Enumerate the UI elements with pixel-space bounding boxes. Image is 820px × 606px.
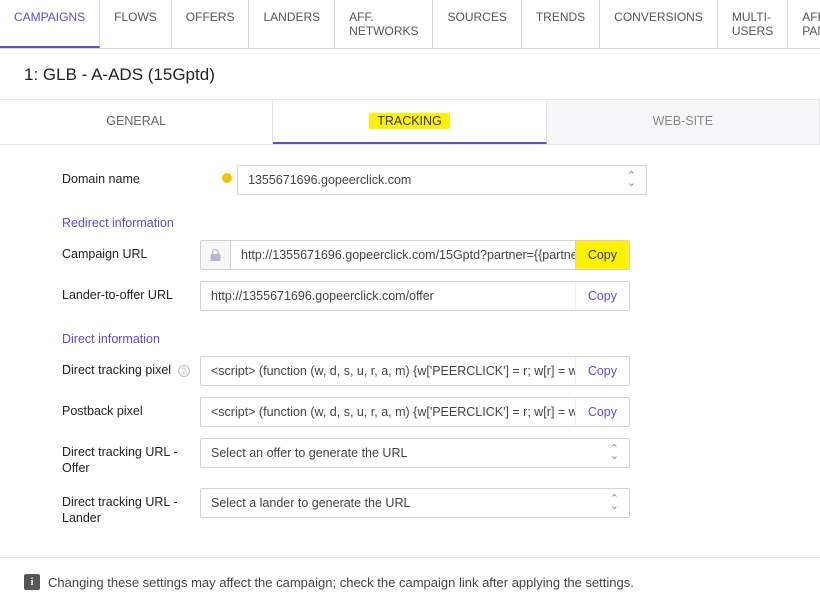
help-icon[interactable]: ? — [178, 365, 190, 377]
copy-postback-pixel-button[interactable]: Copy — [575, 398, 629, 426]
copy-campaign-url-button[interactable]: Copy — [575, 241, 629, 269]
tab-conversions[interactable]: CONVERSIONS — [600, 0, 718, 48]
lock-icon — [201, 241, 231, 269]
tab-sources[interactable]: SOURCES — [433, 0, 521, 48]
lander-to-offer-input[interactable]: http://1355671696.gopeerclick.com/offer — [201, 282, 575, 310]
direct-pixel-input[interactable]: <script> (function (w, d, s, u, r, a, m)… — [201, 357, 575, 385]
sub-tab-website[interactable]: WEB-SITE — [547, 100, 820, 144]
redirect-section-title: Redirect information — [20, 206, 790, 240]
sub-tab-tracking[interactable]: TRACKING — [273, 100, 546, 144]
info-icon: i — [24, 574, 40, 590]
tab-trends[interactable]: TRENDS — [522, 0, 600, 48]
sub-tabs: GENERAL TRACKING WEB-SITE — [0, 99, 820, 145]
direct-pixel-label: Direct tracking pixel ? — [20, 356, 200, 378]
campaign-url-label: Campaign URL — [20, 240, 200, 262]
notice-bar: i Changing these settings may affect the… — [0, 558, 820, 606]
tab-affiliate-panel[interactable]: AFFILIATE PANEL — [788, 0, 820, 48]
copy-direct-pixel-button[interactable]: Copy — [575, 357, 629, 385]
sub-tab-general[interactable]: GENERAL — [0, 100, 273, 144]
top-navigation: CAMPAIGNS FLOWS OFFERS LANDERS AFF. NETW… — [0, 0, 820, 49]
tab-campaigns[interactable]: CAMPAIGNS — [0, 0, 100, 48]
direct-section-title: Direct information — [20, 322, 790, 356]
chevron-updown-icon: ⌃⌄ — [627, 173, 636, 186]
chevron-updown-icon: ⌃⌄ — [610, 496, 619, 509]
postback-pixel-input[interactable]: <script> (function (w, d, s, u, r, a, m)… — [201, 398, 575, 426]
postback-pixel-label: Postback pixel — [20, 397, 200, 419]
tab-aff-networks[interactable]: AFF. NETWORKS — [335, 0, 433, 48]
tab-flows[interactable]: FLOWS — [100, 0, 172, 48]
direct-url-offer-select[interactable]: Select an offer to generate the URL ⌃⌄ — [200, 438, 630, 468]
page-title: 1: GLB - A-ADS (15Gptd) — [0, 49, 820, 99]
tab-offers[interactable]: OFFERS — [172, 0, 250, 48]
domain-name-select[interactable]: 1355671696.gopeerclick.com ⌃⌄ — [237, 165, 647, 195]
direct-url-lander-select[interactable]: Select a lander to generate the URL ⌃⌄ — [200, 488, 630, 518]
direct-url-lander-label: Direct tracking URL - Lander — [20, 488, 200, 527]
tab-landers[interactable]: LANDERS — [249, 0, 335, 48]
campaign-url-input[interactable]: http://1355671696.gopeerclick.com/15Gptd… — [231, 241, 575, 269]
notice-text: Changing these settings may affect the c… — [48, 575, 634, 590]
copy-lander-to-offer-button[interactable]: Copy — [575, 282, 629, 310]
chevron-updown-icon: ⌃⌄ — [610, 446, 619, 459]
domain-name-label: Domain name — [20, 165, 200, 187]
direct-url-offer-label: Direct tracking URL - Offer — [20, 438, 200, 477]
lander-to-offer-label: Lander-to-offer URL — [20, 281, 200, 303]
tab-multi-users[interactable]: MULTI-USERS — [718, 0, 788, 48]
